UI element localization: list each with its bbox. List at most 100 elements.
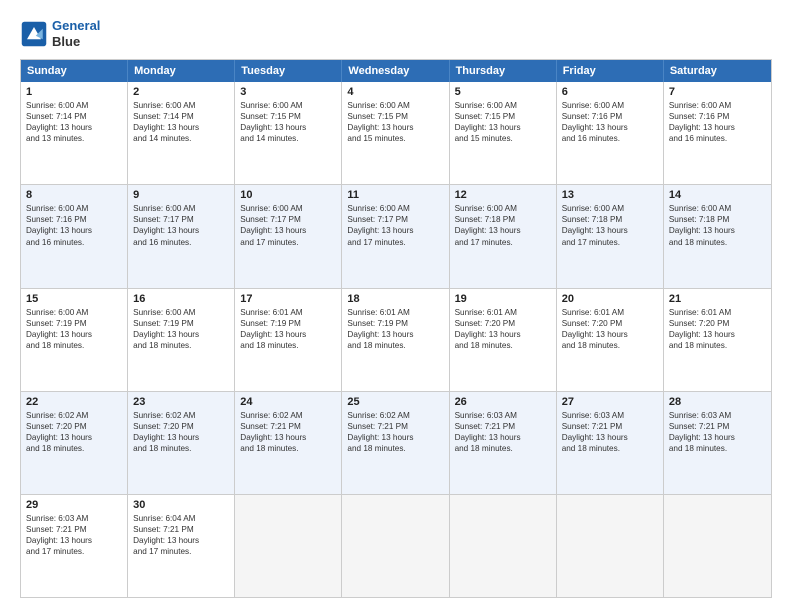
header-wednesday: Wednesday — [342, 60, 449, 82]
day-info: Sunrise: 6:02 AM Sunset: 7:21 PM Dayligh… — [347, 410, 443, 454]
calendar-cell-2-2: 17Sunrise: 6:01 AM Sunset: 7:19 PM Dayli… — [235, 289, 342, 391]
header-monday: Monday — [128, 60, 235, 82]
calendar-cell-2-0: 15 Sunrise: 6:00 AM Sunset: 7:19 PM Dayli… — [21, 289, 128, 391]
day-number: 22 — [26, 396, 122, 408]
day-number: 18 — [347, 293, 443, 305]
day-number: 1 — [26, 86, 122, 98]
day-info: Sunrise: 6:03 AM Sunset: 7:21 PM Dayligh… — [455, 410, 551, 454]
day-info: Sunrise: 6:01 AM Sunset: 7:19 PM Dayligh… — [347, 307, 443, 351]
day-info: Sunrise: 6:00 AM Sunset: 7:16 PM Dayligh… — [562, 100, 658, 144]
header-sunday: Sunday — [21, 60, 128, 82]
calendar-cell-3-0: 22 Sunrise: 6:02 AM Sunset: 7:20 PM Dayli… — [21, 392, 128, 494]
calendar-cell-0-4: 5 Sunrise: 6:00 AM Sunset: 7:15 PM Daylig… — [450, 82, 557, 184]
day-number: 9 — [133, 189, 229, 201]
day-info: Sunrise: 6:00 AM Sunset: 7:18 PM Dayligh… — [455, 203, 551, 247]
calendar-cell-0-3: 4Sunrise: 6:00 AM Sunset: 7:15 PM Daylig… — [342, 82, 449, 184]
day-number: 5 — [455, 86, 551, 98]
day-number: 3 — [240, 86, 336, 98]
day-number: 6 — [562, 86, 658, 98]
day-number: 16 — [133, 293, 229, 305]
day-number: 23 — [133, 396, 229, 408]
day-number: 30 — [133, 499, 229, 511]
calendar-body: 1 Sunrise: 6:00 AM Sunset: 7:14 PM Daylig… — [21, 82, 771, 597]
day-info: Sunrise: 6:02 AM Sunset: 7:21 PM Dayligh… — [240, 410, 336, 454]
day-info: Sunrise: 6:01 AM Sunset: 7:19 PM Dayligh… — [240, 307, 336, 351]
day-number: 26 — [455, 396, 551, 408]
calendar-cell-4-1: 30Sunrise: 6:04 AM Sunset: 7:21 PM Dayli… — [128, 495, 235, 597]
day-number: 8 — [26, 189, 122, 201]
calendar-cell-0-0: 1 Sunrise: 6:00 AM Sunset: 7:14 PM Daylig… — [21, 82, 128, 184]
calendar-cell-1-1: 9 Sunrise: 6:00 AM Sunset: 7:17 PM Daylig… — [128, 185, 235, 287]
calendar-cell-0-6: 7 Sunrise: 6:00 AM Sunset: 7:16 PM Daylig… — [664, 82, 771, 184]
calendar-cell-2-6: 21 Sunrise: 6:01 AM Sunset: 7:20 PM Dayli… — [664, 289, 771, 391]
day-number: 7 — [669, 86, 766, 98]
day-number: 25 — [347, 396, 443, 408]
calendar-cell-0-1: 2 Sunrise: 6:00 AM Sunset: 7:14 PM Daylig… — [128, 82, 235, 184]
day-number: 15 — [26, 293, 122, 305]
day-info: Sunrise: 6:00 AM Sunset: 7:17 PM Dayligh… — [240, 203, 336, 247]
day-info: Sunrise: 6:00 AM Sunset: 7:19 PM Dayligh… — [133, 307, 229, 351]
header-thursday: Thursday — [450, 60, 557, 82]
header-saturday: Saturday — [664, 60, 771, 82]
day-info: Sunrise: 6:03 AM Sunset: 7:21 PM Dayligh… — [669, 410, 766, 454]
day-number: 2 — [133, 86, 229, 98]
calendar-row-1: 8 Sunrise: 6:00 AM Sunset: 7:16 PM Daylig… — [21, 185, 771, 288]
day-info: Sunrise: 6:00 AM Sunset: 7:17 PM Dayligh… — [133, 203, 229, 247]
day-info: Sunrise: 6:00 AM Sunset: 7:15 PM Dayligh… — [240, 100, 336, 144]
day-info: Sunrise: 6:01 AM Sunset: 7:20 PM Dayligh… — [669, 307, 766, 351]
logo-icon — [20, 20, 48, 48]
day-number: 24 — [240, 396, 336, 408]
day-info: Sunrise: 6:02 AM Sunset: 7:20 PM Dayligh… — [133, 410, 229, 454]
page: General Blue Sunday Monday Tuesday Wedne… — [0, 0, 792, 612]
day-number: 12 — [455, 189, 551, 201]
day-number: 10 — [240, 189, 336, 201]
header-tuesday: Tuesday — [235, 60, 342, 82]
day-info: Sunrise: 6:00 AM Sunset: 7:14 PM Dayligh… — [133, 100, 229, 144]
calendar-cell-4-5 — [557, 495, 664, 597]
day-number: 29 — [26, 499, 122, 511]
header-friday: Friday — [557, 60, 664, 82]
calendar-cell-2-1: 16 Sunrise: 6:00 AM Sunset: 7:19 PM Dayli… — [128, 289, 235, 391]
day-number: 19 — [455, 293, 551, 305]
calendar-row-2: 15 Sunrise: 6:00 AM Sunset: 7:19 PM Dayli… — [21, 289, 771, 392]
day-info: Sunrise: 6:00 AM Sunset: 7:15 PM Dayligh… — [455, 100, 551, 144]
day-info: Sunrise: 6:00 AM Sunset: 7:14 PM Dayligh… — [26, 100, 122, 144]
day-info: Sunrise: 6:00 AM Sunset: 7:19 PM Dayligh… — [26, 307, 122, 351]
calendar-cell-1-4: 12 Sunrise: 6:00 AM Sunset: 7:18 PM Dayli… — [450, 185, 557, 287]
day-number: 27 — [562, 396, 658, 408]
day-info: Sunrise: 6:00 AM Sunset: 7:15 PM Dayligh… — [347, 100, 443, 144]
day-info: Sunrise: 6:00 AM Sunset: 7:16 PM Dayligh… — [26, 203, 122, 247]
calendar-cell-3-2: 24 Sunrise: 6:02 AM Sunset: 7:21 PM Dayli… — [235, 392, 342, 494]
calendar-header: Sunday Monday Tuesday Wednesday Thursday… — [21, 60, 771, 82]
calendar-cell-1-3: 11 Sunrise: 6:00 AM Sunset: 7:17 PM Dayli… — [342, 185, 449, 287]
logo-text: General Blue — [52, 18, 100, 49]
calendar-cell-4-4 — [450, 495, 557, 597]
calendar-cell-1-2: 10 Sunrise: 6:00 AM Sunset: 7:17 PM Dayli… — [235, 185, 342, 287]
calendar-cell-4-6 — [664, 495, 771, 597]
calendar-row-4: 29 Sunrise: 6:03 AM Sunset: 7:21 PM Dayli… — [21, 495, 771, 597]
calendar-cell-2-3: 18 Sunrise: 6:01 AM Sunset: 7:19 PM Dayli… — [342, 289, 449, 391]
day-info: Sunrise: 6:02 AM Sunset: 7:20 PM Dayligh… — [26, 410, 122, 454]
calendar-cell-4-2 — [235, 495, 342, 597]
calendar-cell-0-5: 6 Sunrise: 6:00 AM Sunset: 7:16 PM Daylig… — [557, 82, 664, 184]
calendar-cell-0-2: 3 Sunrise: 6:00 AM Sunset: 7:15 PM Daylig… — [235, 82, 342, 184]
calendar: Sunday Monday Tuesday Wednesday Thursday… — [20, 59, 772, 598]
day-number: 11 — [347, 189, 443, 201]
day-info: Sunrise: 6:00 AM Sunset: 7:17 PM Dayligh… — [347, 203, 443, 247]
calendar-cell-3-1: 23 Sunrise: 6:02 AM Sunset: 7:20 PM Dayli… — [128, 392, 235, 494]
day-info: Sunrise: 6:03 AM Sunset: 7:21 PM Dayligh… — [562, 410, 658, 454]
calendar-cell-4-3 — [342, 495, 449, 597]
day-info: Sunrise: 6:03 AM Sunset: 7:21 PM Dayligh… — [26, 513, 122, 557]
calendar-cell-1-0: 8 Sunrise: 6:00 AM Sunset: 7:16 PM Daylig… — [21, 185, 128, 287]
calendar-cell-3-5: 27 Sunrise: 6:03 AM Sunset: 7:21 PM Dayli… — [557, 392, 664, 494]
day-info: Sunrise: 6:00 AM Sunset: 7:16 PM Dayligh… — [669, 100, 766, 144]
calendar-row-0: 1 Sunrise: 6:00 AM Sunset: 7:14 PM Daylig… — [21, 82, 771, 185]
day-info: Sunrise: 6:00 AM Sunset: 7:18 PM Dayligh… — [669, 203, 766, 247]
day-number: 21 — [669, 293, 766, 305]
calendar-cell-3-3: 25 Sunrise: 6:02 AM Sunset: 7:21 PM Dayli… — [342, 392, 449, 494]
day-number: 14 — [669, 189, 766, 201]
calendar-cell-3-4: 26 Sunrise: 6:03 AM Sunset: 7:21 PM Dayli… — [450, 392, 557, 494]
calendar-cell-2-5: 20Sunrise: 6:01 AM Sunset: 7:20 PM Dayli… — [557, 289, 664, 391]
day-info: Sunrise: 6:00 AM Sunset: 7:18 PM Dayligh… — [562, 203, 658, 247]
calendar-cell-3-6: 28Sunrise: 6:03 AM Sunset: 7:21 PM Dayli… — [664, 392, 771, 494]
